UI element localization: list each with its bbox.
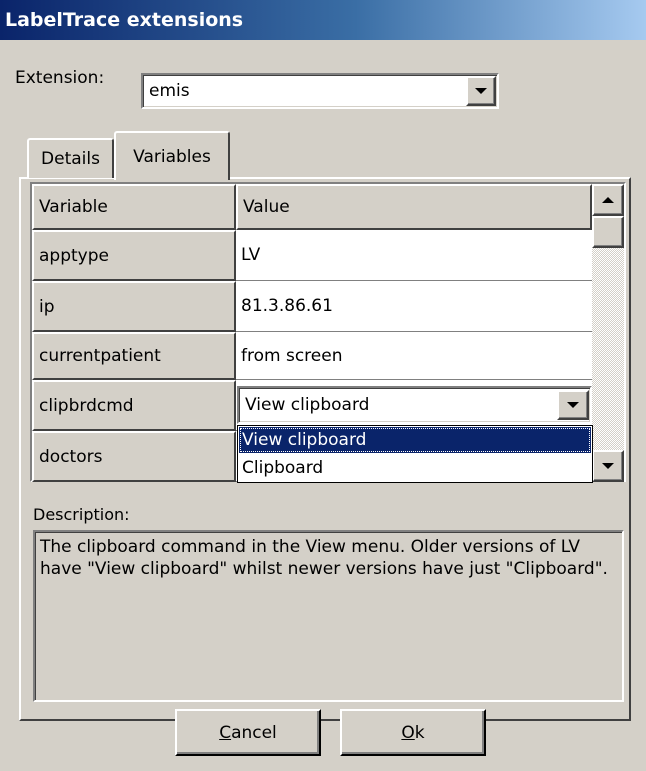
- grid-header-variable: Variable: [32, 184, 236, 230]
- clipbrdcmd-combobox[interactable]: View clipboard: [237, 386, 592, 424]
- grid-row-ip-name: ip: [32, 281, 236, 332]
- description-text: The clipboard command in the View menu. …: [40, 537, 608, 579]
- cancel-button-label: Cancel: [219, 722, 277, 743]
- cancel-button[interactable]: Cancel: [175, 709, 321, 756]
- extension-label: Extension:: [15, 68, 105, 88]
- grid-row-ip-value[interactable]: 81.3.86.61: [236, 281, 592, 332]
- clipbrdcmd-dropdown-list: View clipboard Clipboard: [237, 425, 593, 483]
- grid-row-apptype-name: apptype: [32, 230, 236, 281]
- extension-combobox[interactable]: emis: [141, 73, 499, 109]
- arrow-down-icon: [602, 463, 614, 469]
- grid-header-value: Value: [236, 184, 592, 230]
- extension-value: emis: [149, 81, 190, 101]
- chevron-down-icon: [475, 88, 487, 94]
- grid-row-currentpatient-value[interactable]: from screen: [236, 332, 592, 380]
- title-bar: LabelTrace extensions: [0, 0, 646, 40]
- tab-details-label: Details: [41, 149, 100, 169]
- description-label: Description:: [33, 505, 130, 524]
- chevron-down-icon: [567, 402, 579, 408]
- clipbrdcmd-value: View clipboard: [245, 395, 370, 415]
- scroll-up-button[interactable]: [592, 184, 624, 216]
- clipbrdcmd-dropdown-button[interactable]: [557, 390, 589, 420]
- ok-button[interactable]: Ok: [340, 709, 486, 756]
- ok-button-label: Ok: [401, 722, 425, 743]
- extension-dropdown-button[interactable]: [466, 76, 496, 106]
- tab-variables-label: Variables: [133, 146, 211, 167]
- tab-details[interactable]: Details: [27, 138, 114, 178]
- dropdown-option-view-clipboard[interactable]: View clipboard: [239, 427, 591, 453]
- grid-row-doctors-name: doctors: [32, 431, 236, 482]
- tab-variables[interactable]: Variables: [114, 131, 230, 180]
- grid-row-apptype-value[interactable]: LV: [236, 230, 592, 281]
- grid-vertical-scrollbar[interactable]: [592, 184, 624, 482]
- window-title: LabelTrace extensions: [5, 9, 244, 31]
- scroll-thumb[interactable]: [592, 216, 624, 248]
- grid-row-clipbrdcmd-name: clipbrdcmd: [32, 380, 236, 431]
- grid-row-currentpatient-name: currentpatient: [32, 332, 236, 380]
- description-box: The clipboard command in the View menu. …: [33, 530, 624, 702]
- arrow-up-icon: [602, 197, 614, 203]
- scroll-down-button[interactable]: [592, 450, 624, 482]
- dropdown-option-clipboard[interactable]: Clipboard: [239, 455, 591, 481]
